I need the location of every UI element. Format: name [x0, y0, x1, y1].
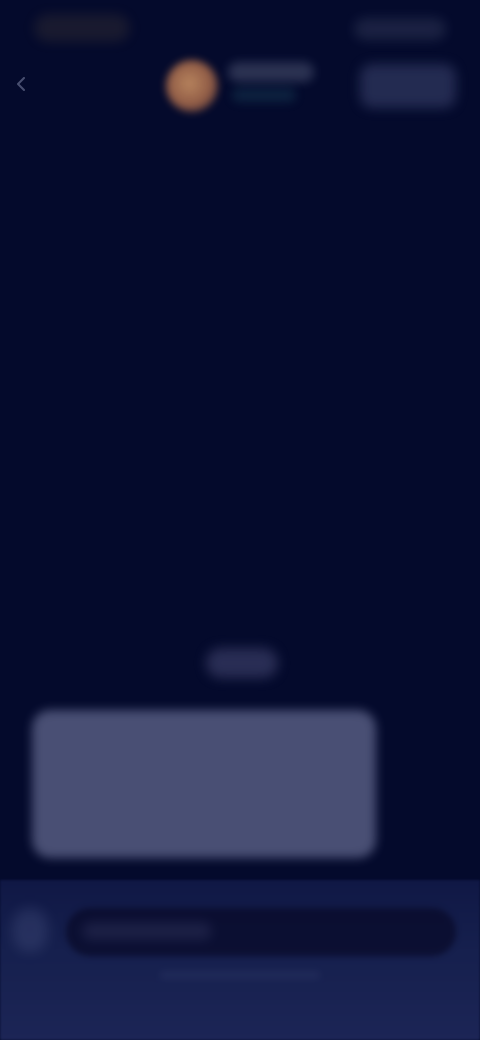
attach-button[interactable]: [12, 908, 48, 952]
back-button[interactable]: [8, 66, 36, 102]
message-input[interactable]: [66, 908, 456, 956]
status-icons: [354, 18, 446, 40]
avatar[interactable]: [166, 60, 218, 112]
date-chip: [206, 648, 278, 678]
message-bubble[interactable]: [32, 710, 376, 858]
message-composer: [0, 880, 480, 1040]
home-indicator: [160, 972, 320, 978]
header-action-button[interactable]: [360, 64, 456, 108]
chat-header: [0, 56, 480, 120]
input-placeholder: [82, 922, 212, 940]
contact-name[interactable]: [228, 62, 314, 82]
chevron-left-icon: [17, 77, 25, 91]
status-time: [34, 14, 130, 42]
status-bar: [0, 0, 480, 56]
contact-status: [232, 88, 296, 102]
chat-area: [0, 120, 480, 880]
